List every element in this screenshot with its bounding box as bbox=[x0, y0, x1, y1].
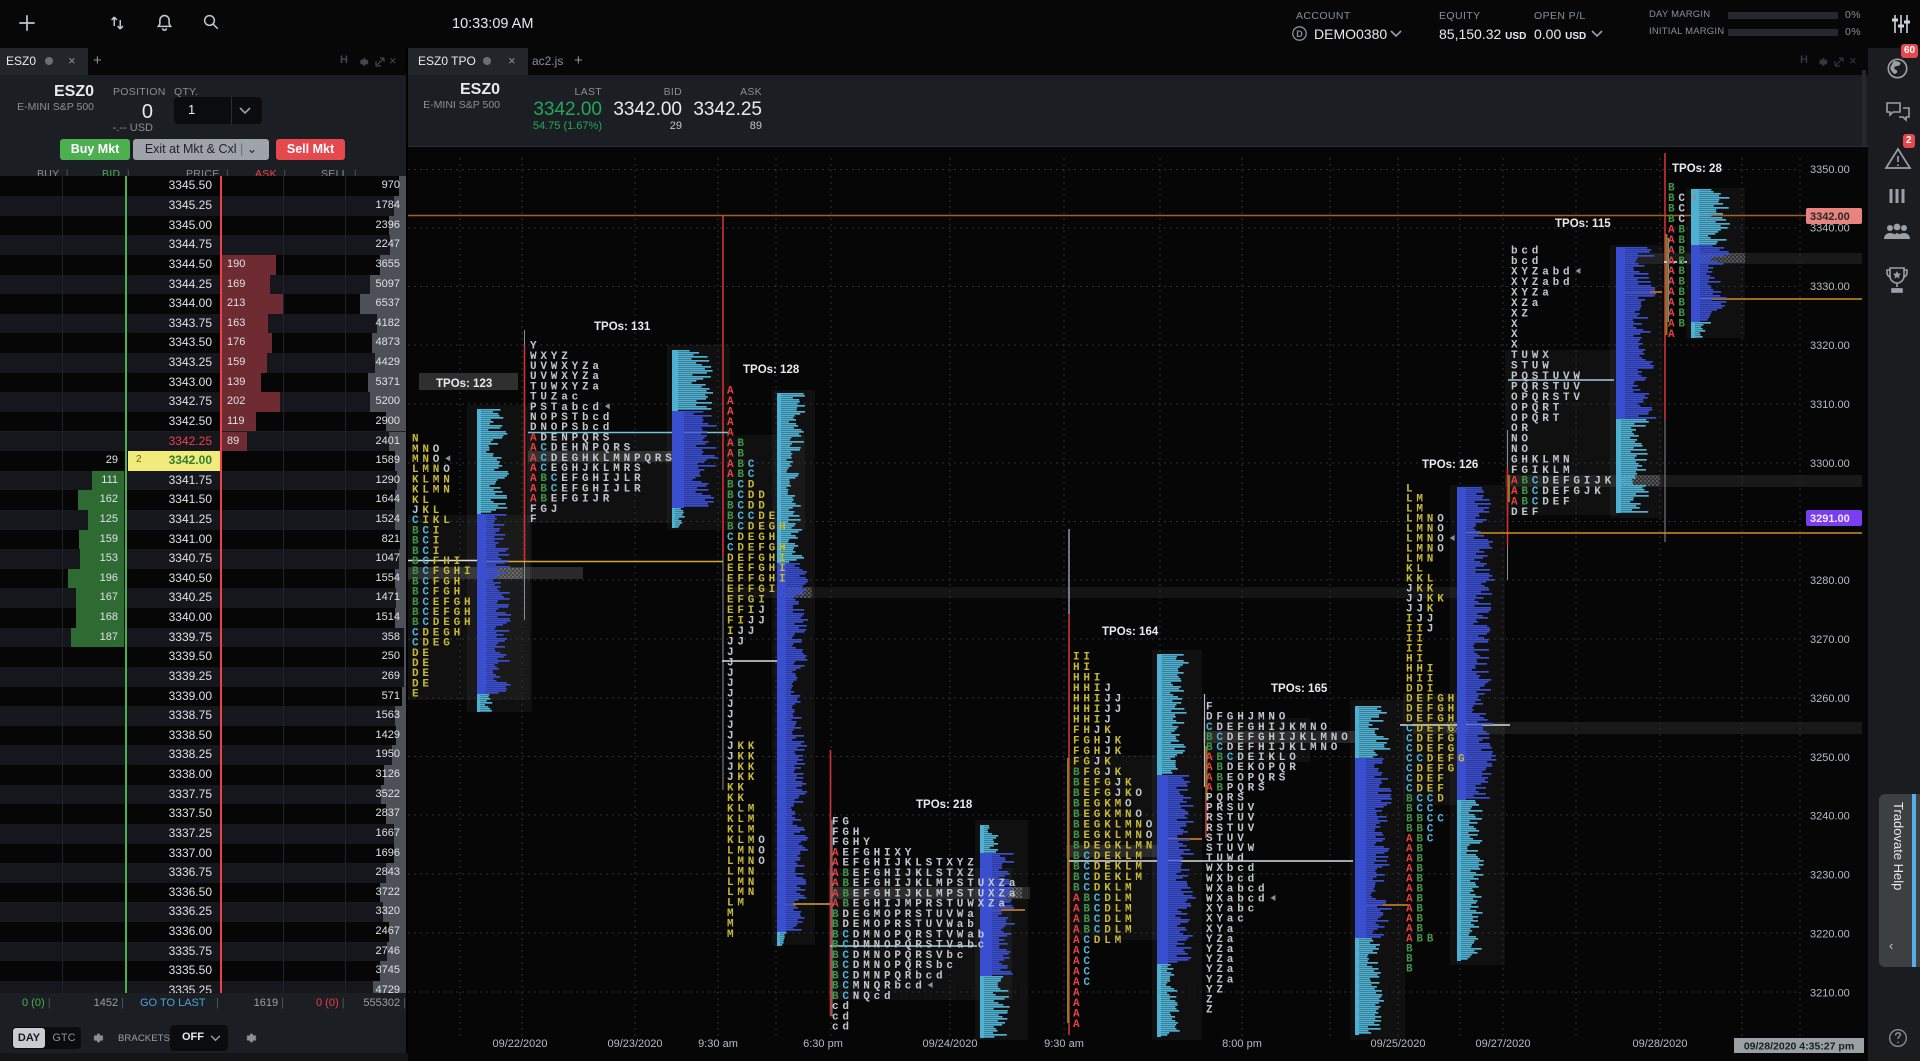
svg-text:09/27/2020: 09/27/2020 bbox=[1475, 1038, 1530, 1050]
svg-text:3310.00: 3310.00 bbox=[1810, 399, 1850, 411]
svg-text:3330.00: 3330.00 bbox=[1810, 281, 1850, 293]
svg-text:09/22/2020: 09/22/2020 bbox=[492, 1038, 547, 1050]
svg-text:09/24/2020: 09/24/2020 bbox=[922, 1038, 977, 1050]
svg-text:TPOs: 115: TPOs: 115 bbox=[1555, 218, 1611, 230]
svg-text:TPOs: 165: TPOs: 165 bbox=[1271, 683, 1328, 695]
svg-text:09/28/2020: 09/28/2020 bbox=[1632, 1038, 1687, 1050]
svg-text:TPOs: 28: TPOs: 28 bbox=[1672, 163, 1722, 175]
svg-text:3250.00: 3250.00 bbox=[1810, 752, 1850, 764]
svg-text:DEF: DEF bbox=[1511, 507, 1542, 519]
svg-text:3342.00: 3342.00 bbox=[1810, 211, 1850, 223]
svg-text:3300.00: 3300.00 bbox=[1810, 458, 1850, 470]
svg-text:09/23/2020: 09/23/2020 bbox=[607, 1038, 662, 1050]
svg-text:TPOs: 164: TPOs: 164 bbox=[1102, 626, 1159, 638]
svg-text:D: D bbox=[1437, 794, 1447, 806]
svg-text:E: E bbox=[412, 689, 422, 701]
svg-text:C: C bbox=[1083, 977, 1093, 989]
svg-text:3260.00: 3260.00 bbox=[1810, 693, 1850, 705]
svg-text:K: K bbox=[1115, 746, 1125, 758]
svg-text:09/25/2020: 09/25/2020 bbox=[1370, 1038, 1425, 1050]
svg-text:TPOs: 126: TPOs: 126 bbox=[1422, 459, 1478, 471]
svg-text:J: J bbox=[1427, 624, 1437, 636]
svg-text:TPOs: 123: TPOs: 123 bbox=[436, 378, 492, 390]
svg-text:3320.00: 3320.00 bbox=[1810, 340, 1850, 352]
svg-text:3291.00: 3291.00 bbox=[1810, 513, 1850, 525]
svg-text:6:30 pm: 6:30 pm bbox=[803, 1038, 843, 1050]
svg-text:O: O bbox=[758, 856, 768, 868]
svg-text:3350.00: 3350.00 bbox=[1810, 164, 1850, 176]
svg-text:F: F bbox=[530, 514, 540, 526]
svg-text:D: D bbox=[1296, 29, 1303, 39]
svg-text:DLM: DLM bbox=[1094, 935, 1125, 947]
svg-text:C: C bbox=[1427, 834, 1437, 846]
svg-text:TPOs: 218: TPOs: 218 bbox=[916, 799, 973, 811]
svg-text:9:30 am: 9:30 am bbox=[1044, 1038, 1084, 1050]
svg-text:3220.00: 3220.00 bbox=[1810, 929, 1850, 941]
svg-text:DEF: DEF bbox=[1542, 496, 1573, 508]
svg-text:9:30 am: 9:30 am bbox=[698, 1038, 738, 1050]
svg-text:TPOs: 131: TPOs: 131 bbox=[594, 321, 651, 333]
svg-text:3230.00: 3230.00 bbox=[1810, 870, 1850, 882]
svg-text:3240.00: 3240.00 bbox=[1810, 811, 1850, 823]
svg-text:O: O bbox=[1437, 544, 1447, 556]
svg-text:A: A bbox=[1668, 329, 1678, 341]
svg-text:09/28/2020 4:35:27 pm: 09/28/2020 4:35:27 pm bbox=[1744, 1041, 1854, 1053]
svg-text:B: B bbox=[1678, 319, 1688, 331]
svg-text:M: M bbox=[727, 929, 737, 941]
svg-text:3270.00: 3270.00 bbox=[1810, 634, 1850, 646]
svg-text:TPOs: 128: TPOs: 128 bbox=[743, 364, 800, 376]
svg-text:3210.00: 3210.00 bbox=[1810, 988, 1850, 1000]
svg-text:3340.00: 3340.00 bbox=[1810, 223, 1850, 235]
svg-text:8:00 pm: 8:00 pm bbox=[1222, 1038, 1262, 1050]
svg-text:cd: cd bbox=[832, 1022, 853, 1034]
svg-text:BB: BB bbox=[1416, 934, 1437, 946]
svg-text:O: O bbox=[1135, 788, 1145, 800]
svg-text:A: A bbox=[1073, 1019, 1083, 1031]
svg-text:Z: Z bbox=[1206, 1005, 1216, 1017]
svg-text:B: B bbox=[1406, 964, 1416, 976]
svg-text:3280.00: 3280.00 bbox=[1810, 575, 1850, 587]
svg-text:NQcd: NQcd bbox=[853, 991, 895, 1003]
